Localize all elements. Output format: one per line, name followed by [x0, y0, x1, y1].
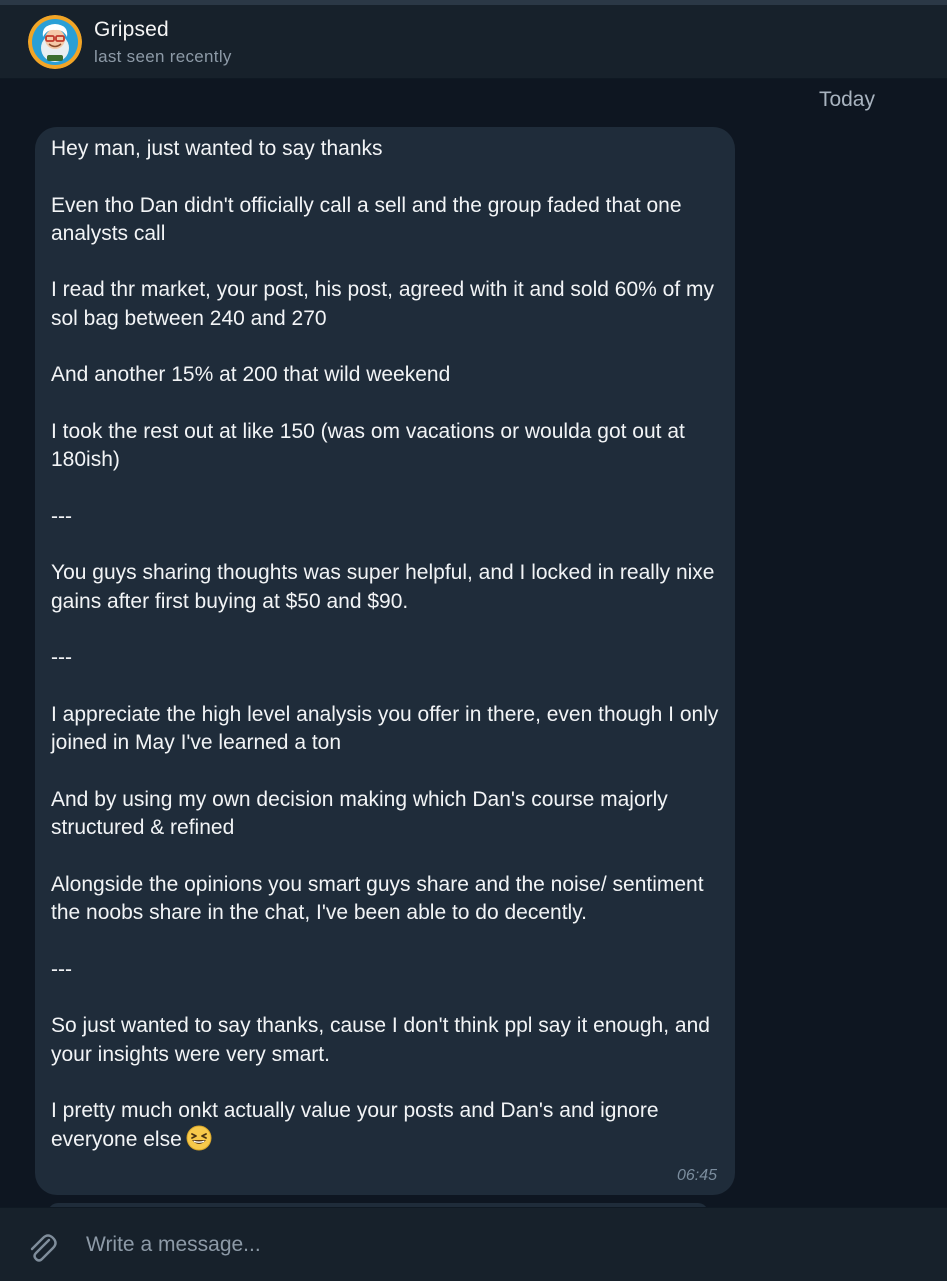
message-bubble[interactable]: Hey man, just wanted to say thanks Even …: [35, 127, 735, 1195]
message-composer: [0, 1207, 947, 1281]
message-text-block: Hey man, just wanted to say thanks Even …: [51, 135, 731, 1155]
avatar[interactable]: [28, 15, 82, 69]
message-time: 06:45: [676, 1167, 717, 1184]
date-label: Today: [818, 88, 875, 111]
chat-header[interactable]: Gripsed last seen recently: [0, 5, 947, 79]
paperclip-icon[interactable]: [22, 1228, 60, 1266]
message-text: Hey man, just wanted to say thanks Even …: [51, 137, 719, 1152]
contact-name[interactable]: Gripsed: [94, 18, 169, 42]
message-input[interactable]: [84, 1224, 888, 1266]
grinning-squinting-face-emoji-icon: [186, 1125, 212, 1151]
contact-status: last seen recently: [94, 47, 232, 66]
chat-area[interactable]: Today Hey man, just wanted to say thanks…: [0, 79, 947, 1207]
